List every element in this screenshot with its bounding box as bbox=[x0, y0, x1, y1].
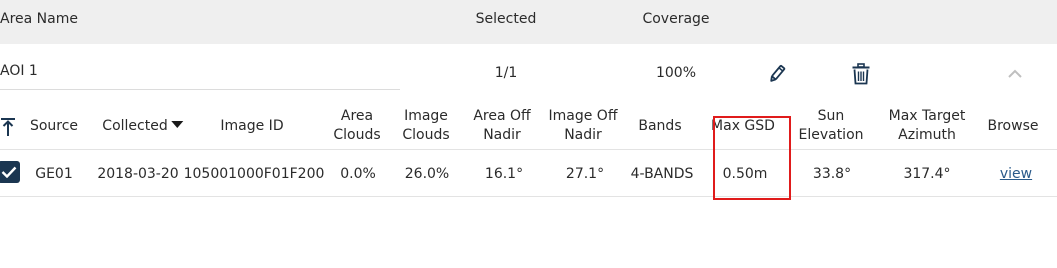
column-header-area-off-nadir[interactable]: Area Off Nadir bbox=[473, 107, 530, 145]
column-header-image-clouds-line2: Clouds bbox=[402, 127, 450, 143]
sort-descending-icon bbox=[171, 121, 184, 128]
column-header-max-target-azimuth-line2: Azimuth bbox=[898, 127, 956, 143]
row-select-checkbox[interactable] bbox=[0, 161, 20, 183]
edit-aoi-button[interactable] bbox=[765, 62, 789, 86]
header-area-name: Area Name bbox=[0, 11, 78, 27]
column-header-max-target-azimuth-line1: Max Target bbox=[888, 108, 966, 124]
aoi-name-underline bbox=[0, 89, 400, 90]
column-header-bands[interactable]: Bands bbox=[638, 117, 681, 136]
column-header-image-off-nadir-line1: Image Off bbox=[548, 108, 618, 124]
aoi-row[interactable] bbox=[0, 44, 1057, 102]
column-header-max-target-azimuth[interactable]: Max Target Azimuth bbox=[889, 107, 966, 145]
column-header-image-off-nadir-line2: Nadir bbox=[564, 127, 602, 143]
cell-collected: 2018-03-20 bbox=[97, 166, 179, 182]
checkmark-icon bbox=[1, 166, 17, 178]
aoi-coverage: 100% bbox=[655, 65, 697, 81]
cell-area-clouds: 0.0% bbox=[340, 166, 376, 182]
cell-image-clouds: 26.0% bbox=[404, 166, 450, 182]
column-header-image-clouds-line1: Image bbox=[404, 108, 448, 124]
column-header-source[interactable]: Source bbox=[30, 117, 78, 136]
browse-view-link[interactable]: view bbox=[1000, 166, 1032, 182]
column-header-collected-label: Collected bbox=[102, 118, 168, 134]
column-header-image-clouds[interactable]: Image Clouds bbox=[402, 107, 449, 145]
column-header-image-id[interactable]: Image ID bbox=[220, 117, 283, 136]
cell-bands: 4-BANDS bbox=[630, 166, 694, 182]
column-header-browse: Browse bbox=[987, 118, 1039, 134]
highlight-box bbox=[713, 116, 791, 200]
pencil-icon bbox=[770, 65, 786, 82]
aoi-name: AOI 1 bbox=[0, 63, 38, 79]
cell-sun-elevation: 33.8° bbox=[812, 166, 852, 182]
header-selected: Selected bbox=[475, 11, 537, 27]
column-header-area-clouds[interactable]: Area Clouds bbox=[333, 107, 380, 145]
column-header-area-off-nadir-line1: Area Off bbox=[473, 108, 531, 124]
chevron-up-icon bbox=[1008, 69, 1022, 78]
row-divider bbox=[0, 196, 1057, 197]
cell-area-off-nadir: 16.1° bbox=[484, 166, 524, 182]
sort-up-icon bbox=[1, 118, 15, 136]
column-header-area-clouds-line2: Clouds bbox=[333, 127, 381, 143]
cell-image-off-nadir: 27.1° bbox=[565, 166, 605, 182]
column-header-sun-elevation[interactable]: Sun Elevation bbox=[798, 107, 863, 145]
delete-aoi-button[interactable] bbox=[849, 62, 873, 86]
sort-toggle-button[interactable] bbox=[0, 116, 17, 138]
trash-icon bbox=[852, 63, 870, 85]
column-header-collected[interactable]: Collected bbox=[102, 117, 184, 136]
column-header-sun-elevation-line1: Sun bbox=[817, 108, 845, 124]
column-header-area-clouds-line1: Area bbox=[340, 108, 374, 124]
cell-max-target-azimuth: 317.4° bbox=[903, 166, 951, 182]
collapse-aoi-button[interactable] bbox=[1004, 64, 1026, 84]
aoi-selected: 1/1 bbox=[494, 65, 518, 81]
column-header-image-off-nadir[interactable]: Image Off Nadir bbox=[549, 107, 618, 145]
column-header-area-off-nadir-line2: Nadir bbox=[483, 127, 521, 143]
cell-image-id: 105001000F01F200 bbox=[183, 166, 325, 182]
header-coverage: Coverage bbox=[642, 11, 710, 27]
column-header-sun-elevation-line2: Elevation bbox=[798, 127, 864, 143]
cell-source: GE01 bbox=[35, 166, 73, 182]
